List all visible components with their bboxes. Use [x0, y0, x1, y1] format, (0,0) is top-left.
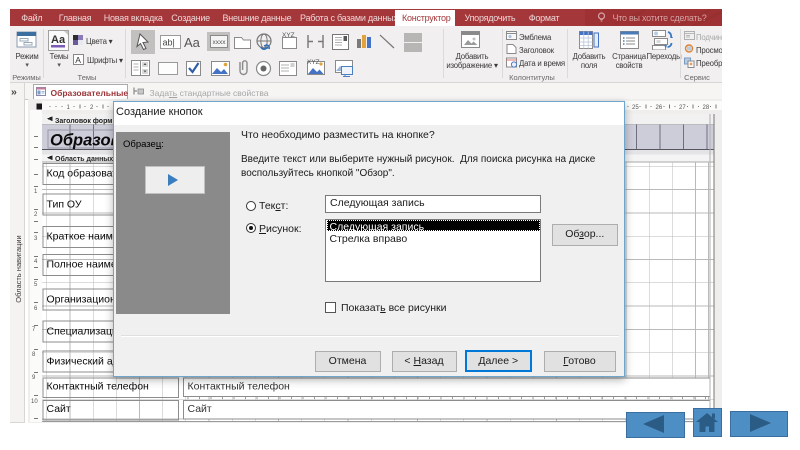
svg-text:Aa: Aa: [51, 34, 66, 46]
svg-text:Aa: Aa: [184, 35, 201, 50]
svg-text:27: 27: [679, 105, 686, 111]
svg-text:Сайт: Сайт: [47, 403, 71, 415]
svg-text:XYZ: XYZ: [282, 32, 295, 39]
svg-text:xxxx: xxxx: [213, 39, 227, 46]
svg-text:A: A: [75, 55, 81, 65]
svg-text:26: 26: [656, 105, 663, 111]
svg-text:Заголовок формы: Заголовок формы: [55, 118, 118, 125]
svg-text:10: 10: [31, 399, 38, 405]
svg-text:28: 28: [703, 105, 710, 111]
svg-text:25: 25: [632, 105, 639, 111]
svg-text:ab|: ab|: [163, 38, 175, 48]
svg-text:Сайт: Сайт: [188, 403, 212, 415]
svg-text:Контактный телефон: Контактный телефон: [47, 381, 150, 393]
svg-text:Контактный телефон: Контактный телефон: [188, 381, 291, 393]
svg-text:Область данных: Область данных: [55, 155, 113, 163]
svg-text:Тип ОУ: Тип ОУ: [47, 199, 82, 211]
svg-text:XYZ: XYZ: [307, 59, 320, 66]
